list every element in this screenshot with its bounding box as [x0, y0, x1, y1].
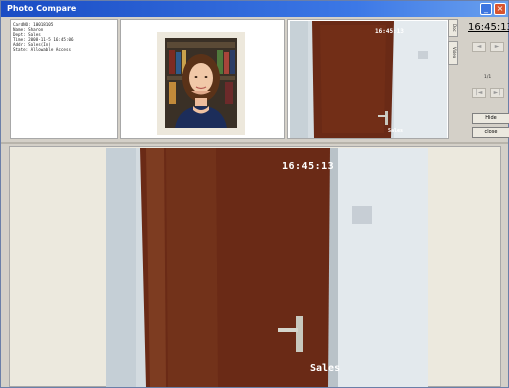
main-camera-area: 16:45:13 Sales — [9, 146, 501, 387]
camera-location-overlay: Sales — [310, 363, 341, 374]
camera-thumbnail — [290, 21, 447, 138]
minimize-button[interactable]: _ — [480, 3, 492, 15]
last-button[interactable]: ►| — [490, 88, 504, 98]
camera-large-view — [106, 148, 428, 387]
first-button[interactable]: |◄ — [472, 88, 486, 98]
info-state: State: Allowable Access — [13, 47, 71, 52]
photo-compare-window: Photo Compare _ × CardNO: 10018105 Name:… — [0, 0, 509, 388]
card-info-panel: CardNO: 10018105 Name: Sharon Dept: Sale… — [10, 19, 118, 139]
title-bar[interactable]: Photo Compare _ × — [1, 1, 508, 17]
camera-thumbnail-time: 16:45:13 — [375, 28, 404, 35]
next-button[interactable]: ► — [490, 42, 504, 52]
registered-photo — [165, 38, 237, 128]
splitter[interactable] — [1, 142, 508, 144]
hide-button[interactable]: Hide — [472, 113, 509, 124]
record-counter: 1/1 — [484, 75, 492, 80]
registered-photo-panel — [120, 19, 285, 139]
tab-video[interactable]: Video — [448, 41, 458, 65]
camera-time-overlay: 16:45:13 — [282, 161, 335, 172]
live-camera-panel: 16:45:13 Sales — [287, 19, 449, 139]
top-panel: CardNO: 10018105 Name: Sharon Dept: Sale… — [6, 17, 509, 142]
previous-button[interactable]: ◄ — [472, 42, 486, 52]
window-title: Photo Compare — [7, 4, 77, 13]
camera-thumbnail-label: Sales — [388, 128, 404, 134]
close-button[interactable]: close — [472, 127, 509, 138]
current-time: 16:45:13 — [468, 22, 509, 33]
tab-doc[interactable]: Doc — [448, 19, 458, 37]
close-window-button[interactable]: × — [494, 3, 506, 15]
